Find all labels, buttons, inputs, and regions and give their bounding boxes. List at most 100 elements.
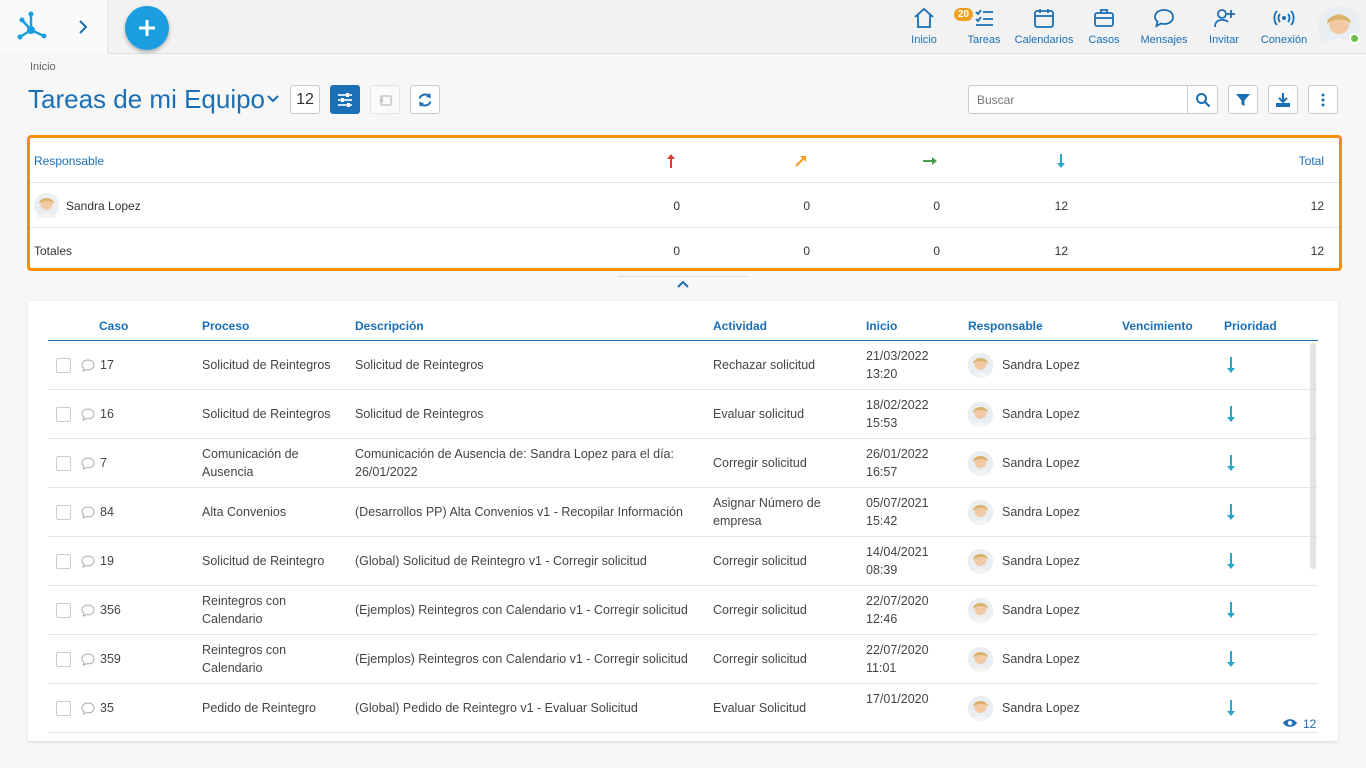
tasks-icon — [975, 9, 993, 26]
summary-cell[interactable]: 12 — [1018, 228, 1068, 273]
table-row[interactable]: 17 Solicitud de Reintegros Solicitud de Re… — [48, 341, 1318, 390]
cell-descripcion: Solicitud de Reintegros — [355, 407, 484, 421]
nav-casos[interactable]: Casos — [1084, 6, 1124, 50]
priority-low-icon — [1227, 700, 1235, 716]
column-header-descripcion[interactable]: Descripción — [355, 319, 424, 333]
chevron-right-icon[interactable] — [72, 16, 94, 38]
cell-responsable: Sandra Lopez — [1002, 652, 1080, 666]
avatar — [968, 353, 993, 378]
row-checkbox[interactable] — [56, 407, 71, 422]
nav-mensajes[interactable]: Mensajes — [1139, 6, 1189, 50]
download-button[interactable] — [1268, 85, 1298, 114]
release-button[interactable] — [370, 85, 400, 114]
cell-descripcion: Comunicación de Ausencia de: Sandra Lope… — [355, 447, 674, 479]
cell-caso[interactable]: 35 — [100, 699, 114, 717]
cell-caso[interactable]: 356 — [100, 601, 121, 619]
row-checkbox[interactable] — [56, 652, 71, 667]
nav-calendarios[interactable]: Calendarios — [1014, 6, 1074, 50]
summary-header-row: Responsable Total — [30, 138, 1339, 183]
more-options-button[interactable] — [1308, 85, 1338, 114]
nav-conexion[interactable]: Conexión — [1259, 6, 1309, 50]
nav-inicio[interactable]: Inicio — [904, 6, 944, 50]
cell-descripcion: (Ejemplos) Reintegros con Calendario v1 … — [355, 652, 688, 666]
nav-label: Conexión — [1260, 34, 1308, 46]
column-header-caso[interactable]: Caso — [99, 319, 128, 333]
summary-cell[interactable]: 0 — [890, 183, 940, 228]
summary-cell[interactable]: 0 — [760, 228, 810, 273]
row-checkbox[interactable] — [56, 358, 71, 373]
column-header-actividad[interactable]: Actividad — [713, 319, 767, 333]
search-button[interactable] — [1187, 86, 1217, 113]
summary-cell[interactable]: 0 — [890, 228, 940, 273]
task-grid: Caso Proceso Descripción Actividad Inici… — [28, 301, 1338, 741]
table-row[interactable]: 356 Reintegros con Calendario (Ejemplos) R… — [48, 586, 1318, 635]
comment-icon[interactable] — [81, 506, 95, 519]
table-row[interactable]: 35 Pedido de Reintegro (Global) Pedido de … — [48, 684, 1318, 733]
priority-high-icon — [794, 138, 808, 183]
cell-caso[interactable]: 84 — [100, 503, 114, 521]
row-checkbox[interactable] — [56, 456, 71, 471]
cell-caso[interactable]: 7 — [100, 454, 107, 472]
nav-invitar[interactable]: Invitar — [1204, 6, 1244, 50]
task-count-box: 12 — [290, 85, 320, 114]
cell-proceso: Reintegros con Calendario — [202, 643, 287, 675]
table-row[interactable]: 16 Solicitud de Reintegros Solicitud de Re… — [48, 390, 1318, 439]
summary-cell-total[interactable]: 12 — [1230, 183, 1324, 228]
summary-cell-total[interactable]: 12 — [1230, 228, 1324, 273]
cell-proceso: Solicitud de Reintegros — [202, 358, 331, 372]
page-title[interactable]: Tareas de mi Equipo — [28, 84, 265, 115]
comment-icon[interactable] — [81, 359, 95, 372]
column-header-vencimiento[interactable]: Vencimiento — [1122, 319, 1193, 333]
comment-icon[interactable] — [81, 653, 95, 666]
row-checkbox[interactable] — [56, 603, 71, 618]
summary-row-avatar — [34, 183, 59, 228]
column-header-prioridad[interactable]: Prioridad — [1224, 319, 1277, 333]
summary-cell[interactable]: 0 — [630, 228, 680, 273]
comment-icon[interactable] — [81, 457, 95, 470]
cell-responsable: Sandra Lopez — [1002, 701, 1080, 715]
cell-inicio-fecha: 22/07/2020 — [866, 643, 929, 657]
priority-low-icon — [1227, 602, 1235, 618]
comment-icon[interactable] — [81, 408, 95, 421]
refresh-icon — [418, 92, 432, 107]
summary-toggle-button[interactable] — [330, 85, 360, 114]
cell-inicio-hora: 15:42 — [866, 514, 898, 528]
priority-low-icon — [1227, 455, 1235, 471]
cell-caso[interactable]: 16 — [100, 405, 114, 423]
add-button[interactable] — [125, 6, 169, 50]
table-row[interactable]: 7 Comunicación de Ausencia Comunicación de… — [48, 439, 1318, 488]
column-header-responsable[interactable]: Responsable — [968, 319, 1043, 333]
cell-caso[interactable]: 17 — [100, 356, 114, 374]
refresh-button[interactable] — [410, 85, 440, 114]
breadcrumb[interactable]: Inicio — [30, 61, 56, 73]
cell-caso[interactable]: 359 — [100, 650, 121, 668]
chat-icon — [1154, 9, 1174, 28]
comment-icon[interactable] — [81, 702, 95, 715]
chevron-up-icon[interactable] — [675, 278, 691, 290]
logo-icon[interactable] — [14, 10, 48, 44]
chevron-down-icon[interactable] — [266, 92, 280, 106]
table-row[interactable]: 84 Alta Convenios (Desarrollos PP) Alta Co… — [48, 488, 1318, 537]
table-row[interactable]: 359 Reintegros con Calendario (Ejemplos) R… — [48, 635, 1318, 684]
comment-icon[interactable] — [81, 555, 95, 568]
grid-scrollbar[interactable] — [1310, 343, 1316, 569]
cell-caso[interactable]: 19 — [100, 552, 114, 570]
cell-inicio-hora: 16:57 — [866, 465, 898, 479]
nav-tareas[interactable]: 20 Tareas — [954, 6, 1004, 50]
summary-cell[interactable]: 12 — [1018, 183, 1068, 228]
table-row[interactable]: 19 Solicitud de Reintegro (Global) Solicit… — [48, 537, 1318, 586]
avatar — [968, 402, 993, 427]
comment-icon[interactable] — [81, 604, 95, 617]
filter-button[interactable] — [1228, 85, 1258, 114]
header-responsable[interactable]: Responsable — [34, 138, 104, 183]
summary-row[interactable]: Sandra Lopez 0 0 0 12 12 — [30, 183, 1339, 228]
summary-cell[interactable]: 0 — [760, 183, 810, 228]
column-header-proceso[interactable]: Proceso — [202, 319, 249, 333]
row-checkbox[interactable] — [56, 505, 71, 520]
row-checkbox[interactable] — [56, 554, 71, 569]
row-checkbox[interactable] — [56, 701, 71, 716]
signal-icon — [1273, 10, 1295, 26]
search-input[interactable] — [969, 86, 1189, 113]
summary-cell[interactable]: 0 — [630, 183, 680, 228]
column-header-inicio[interactable]: Inicio — [866, 319, 897, 333]
